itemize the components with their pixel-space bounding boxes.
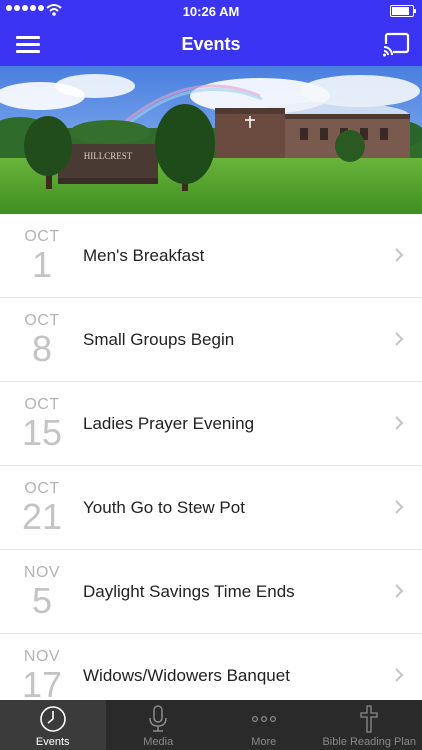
tab-label: Bible Reading Plan bbox=[322, 736, 417, 748]
event-day: 8 bbox=[31, 328, 53, 369]
page-title: Events bbox=[181, 34, 241, 54]
event-row[interactable]: OCT 8 Small Groups Begin bbox=[0, 298, 422, 382]
chevron-right-icon bbox=[395, 248, 404, 262]
nav-bar: Events bbox=[0, 22, 422, 66]
event-row[interactable]: OCT 21 Youth Go to Stew Pot bbox=[0, 466, 422, 550]
status-bar: 10:26 AM bbox=[0, 0, 422, 22]
chevron-right-icon bbox=[395, 584, 404, 598]
tab-media[interactable]: Media bbox=[106, 700, 212, 750]
cross-icon bbox=[360, 705, 378, 733]
event-name: Widows/Widowers Banquet bbox=[83, 666, 290, 685]
event-name: Youth Go to Stew Pot bbox=[83, 498, 245, 517]
event-row[interactable]: NOV 17 Widows/Widowers Banquet bbox=[0, 634, 422, 700]
status-time: 10:26 AM bbox=[182, 4, 240, 19]
tab-label: Media bbox=[143, 736, 174, 748]
tab-label: Events bbox=[35, 736, 70, 748]
event-name: Small Groups Begin bbox=[83, 330, 235, 349]
chevron-right-icon bbox=[395, 500, 404, 514]
event-day: 21 bbox=[22, 496, 63, 537]
event-name: Men's Breakfast bbox=[83, 246, 205, 265]
hero-church-image: HILLCREST bbox=[0, 66, 422, 214]
event-name: Daylight Savings Time Ends bbox=[83, 582, 295, 601]
chevron-right-icon bbox=[395, 416, 404, 430]
tab-events[interactable]: Events bbox=[0, 700, 106, 750]
event-row[interactable]: OCT 1 Men's Breakfast bbox=[0, 214, 422, 298]
chevron-right-icon bbox=[395, 332, 404, 346]
event-row[interactable]: NOV 5 Daylight Savings Time Ends bbox=[0, 550, 422, 634]
tab-bible-reading-plan[interactable]: Bible Reading Plan bbox=[317, 700, 422, 750]
church-sign-text: HILLCREST bbox=[84, 151, 133, 161]
microphone-icon bbox=[149, 705, 167, 732]
cast-icon[interactable] bbox=[382, 30, 412, 58]
chevron-right-icon bbox=[395, 668, 404, 682]
tab-bar: Events Media More Bible Reading Plan bbox=[0, 700, 422, 750]
ellipsis-icon bbox=[251, 715, 276, 723]
event-day: 5 bbox=[31, 580, 53, 621]
event-day: 1 bbox=[31, 244, 53, 285]
event-row[interactable]: OCT 15 Ladies Prayer Evening bbox=[0, 382, 422, 466]
clock-icon bbox=[39, 706, 66, 732]
event-list: OCT 1 Men's Breakfast OCT 8 Small Groups… bbox=[0, 214, 422, 700]
event-day: 17 bbox=[22, 664, 63, 700]
event-name: Ladies Prayer Evening bbox=[83, 414, 255, 433]
tab-label: More bbox=[251, 736, 277, 748]
tab-more[interactable]: More bbox=[211, 700, 317, 750]
battery-icon bbox=[390, 5, 416, 17]
event-day: 15 bbox=[22, 412, 63, 453]
